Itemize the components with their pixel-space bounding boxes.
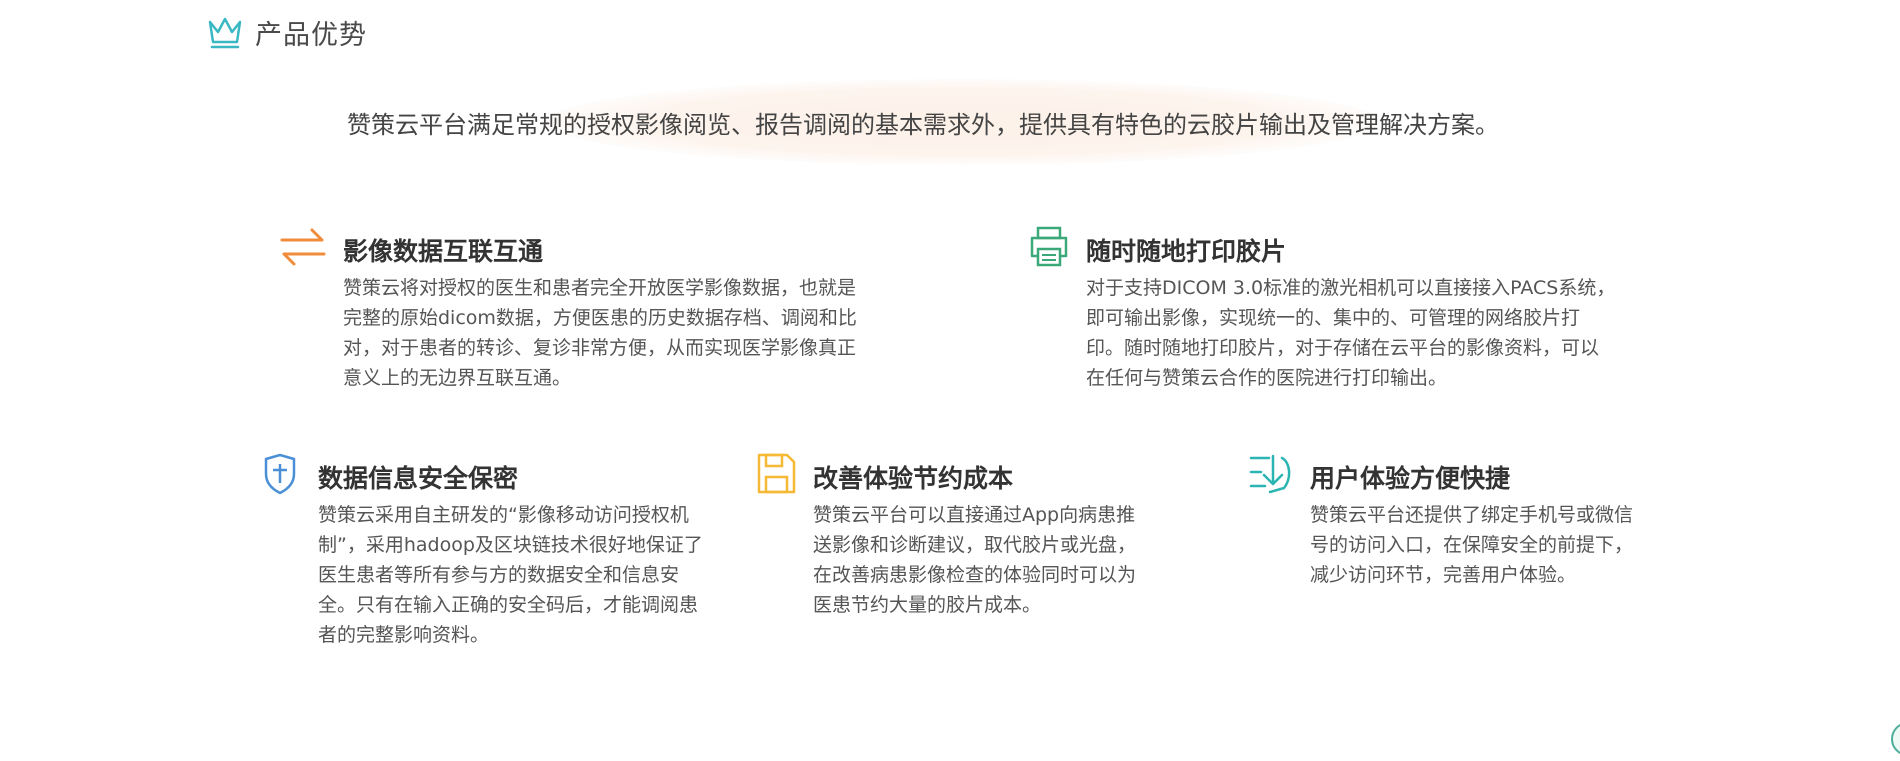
feature-description: 赞策云平台还提供了绑定手机号或微信号的访问入口，在保障安全的前提下，减少访问环节… [1310,504,1634,586]
feature-title: 数据信息安全保密 [318,464,519,493]
printer-icon [1030,226,1068,267]
feature-title: 改善体验节约成本 [813,464,1014,493]
feature-title: 随时随地打印胶片 [1086,237,1287,266]
feature-description: 赞策云将对授权的医生和患者完全开放医学影像数据，也就是完整的原始dicom数据，… [343,277,857,389]
section-title: 产品优势 [255,19,367,51]
feature-title: 用户体验方便快捷 [1310,464,1511,493]
feature-description: 赞策云采用自主研发的“影像移动访问授权机制”，采用hadoop及区块链技术很好地… [318,504,703,646]
crown-icon [208,17,242,49]
section-header: 产品优势 [205,10,367,54]
transfer-arrows-icon [280,228,326,266]
shield-icon [264,453,296,495]
save-disk-icon [757,453,796,494]
feature-description: 对于支持DICOM 3.0标准的激光相机可以直接接入PACS系统，即可输出影像，… [1086,277,1616,389]
floating-service-button[interactable] [1891,722,1900,756]
intro-text: 赞策云平台满足常规的授权影像阅览、报告调阅的基本需求外，提供具有特色的云胶片输出… [347,111,1499,139]
feature-title: 影像数据互联互通 [343,237,544,266]
list-download-icon [1249,454,1291,494]
feature-description: 赞策云平台可以直接通过App向病患推送影像和诊断建议，取代胶片或光盘，在改善病患… [813,504,1137,616]
intro-banner: 赞策云平台满足常规的授权影像阅览、报告调阅的基本需求外，提供具有特色的云胶片输出… [0,75,1900,171]
